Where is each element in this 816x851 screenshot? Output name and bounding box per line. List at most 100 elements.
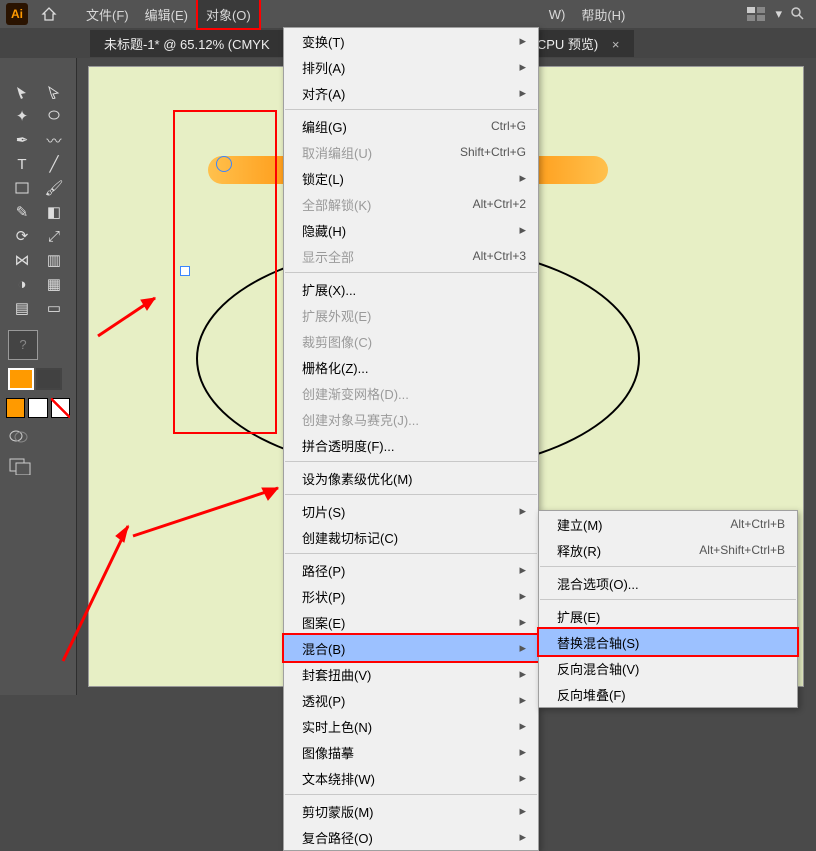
brush-tool-icon[interactable]: 🖌 [38,176,70,200]
submenu-item[interactable]: 替换混合轴(S) [539,629,797,655]
menu-item[interactable]: 封套扭曲(V)▸ [284,661,538,687]
menu-item[interactable]: 拼合透明度(F)... [284,432,538,458]
submenu-item[interactable]: 反向混合轴(V) [539,655,797,681]
submenu-arrow-icon: ▸ [519,770,526,786]
separator [285,109,537,110]
menu-object[interactable]: 对象(O) [196,0,261,30]
shape-builder-tool-icon[interactable]: ◑ [6,272,38,296]
menu-item[interactable]: 图案(E)▸ [284,609,538,635]
lasso-tool-icon[interactable] [38,104,70,128]
menu-item[interactable]: 对齐(A)▸ [284,80,538,106]
shaper-tool-icon[interactable]: ✎ [6,200,38,224]
submenu-arrow-icon: ▸ [519,588,526,604]
submenu-item-label: 建立(M) [557,515,603,534]
direct-select-tool-icon[interactable] [38,80,70,104]
submenu-item-label: 扩展(E) [557,607,600,626]
rotate-tool-icon[interactable]: ⟳ [6,224,38,248]
menu-item[interactable]: 实时上色(N)▸ [284,713,538,739]
submenu-item[interactable]: 释放(R) Alt+Shift+Ctrl+B [539,537,797,563]
menu-item[interactable]: 图像描摹▸ [284,739,538,765]
blend-submenu: 建立(M) Alt+Ctrl+B 释放(R) Alt+Shift+Ctrl+B 混合选项… [538,510,798,708]
menu-item[interactable]: 切片(S)▸ [284,498,538,524]
selection-tool-icon[interactable] [6,80,38,104]
menu-window-clip[interactable]: W) [541,0,574,28]
menu-item-label: 扩展(X)... [302,280,356,299]
submenu-arrow-icon: ▸ [519,59,526,75]
menu-item[interactable]: 编组(G)Ctrl+G [284,113,538,139]
separator [285,553,537,554]
submenu-arrow-icon: ▸ [519,640,526,656]
shortcut-label: Alt+Shift+Ctrl+B [699,543,785,557]
menu-item: 显示全部Alt+Ctrl+3 [284,243,538,269]
scale-tool-icon[interactable]: ⤢ [38,224,70,248]
menu-help[interactable]: 帮助(H) [573,0,633,28]
submenu-item[interactable]: 混合选项(O)... [539,570,797,596]
separator [285,494,537,495]
menu-item[interactable]: 变换(T)▸ [284,28,538,54]
draw-mode-icon[interactable] [0,424,76,451]
submenu-item[interactable]: 建立(M) Alt+Ctrl+B [539,511,797,537]
shortcut-label: Alt+Ctrl+3 [473,249,526,263]
menu-file[interactable]: 文件(F) [78,0,137,28]
submenu-arrow-icon: ▸ [519,666,526,682]
separator [540,599,796,600]
menu-item[interactable]: 隐藏(H)▸ [284,217,538,243]
menu-item-label: 取消编组(U) [302,143,372,162]
menu-item[interactable]: 透视(P)▸ [284,687,538,713]
screen-mode-icon[interactable] [0,451,76,484]
gradient-tool-icon[interactable]: ▭ [38,296,70,320]
rectangle-tool-icon[interactable] [6,176,38,200]
magic-wand-tool-icon[interactable]: ✦ [6,104,38,128]
menu-item[interactable]: 路径(P)▸ [284,557,538,583]
line-tool-icon[interactable]: ╱ [38,152,70,176]
menu-item-label: 剪切蒙版(M) [302,802,374,821]
shortcut-label: Alt+Ctrl+B [730,517,785,531]
mesh-tool-icon[interactable]: ▤ [6,296,38,320]
home-icon[interactable] [38,3,60,25]
close-icon[interactable]: × [612,37,620,52]
menu-item[interactable]: 复合路径(O)▸ [284,824,538,850]
anchor-icon [216,156,232,172]
menu-item[interactable]: 创建裁切标记(C) [284,524,538,550]
menu-item[interactable]: 剪切蒙版(M)▸ [284,798,538,824]
menu-item[interactable]: 扩展(X)... [284,276,538,302]
type-tool-icon[interactable]: T [6,152,38,176]
menu-item[interactable]: 混合(B)▸ [284,635,538,661]
submenu-item-label: 释放(R) [557,541,601,560]
menu-item[interactable]: 排列(A)▸ [284,54,538,80]
submenu-arrow-icon: ▸ [519,614,526,630]
menu-item-label: 创建渐变网格(D)... [302,384,409,403]
search-icon[interactable] [790,6,806,22]
menu-edit[interactable]: 编辑(E) [137,0,196,28]
color-gradient-icon[interactable] [28,398,47,418]
menu-item[interactable]: 形状(P)▸ [284,583,538,609]
menu-item-label: 透视(P) [302,691,345,710]
submenu-item[interactable]: 反向堆叠(F) [539,681,797,707]
menu-item[interactable]: 文本绕排(W)▸ [284,765,538,791]
pen-tool-icon[interactable]: ✒ [6,128,38,152]
perspective-tool-icon[interactable]: ▦ [38,272,70,296]
menu-item-label: 隐藏(H) [302,221,346,240]
workspace-switcher[interactable]: ▾ [747,6,806,22]
separator [285,461,537,462]
submenu-item-label: 反向混合轴(V) [557,659,639,678]
free-transform-tool-icon[interactable]: ▥ [38,248,70,272]
color-question-icon[interactable]: ? [8,330,38,360]
submenu-item[interactable]: 扩展(E) [539,603,797,629]
menu-item[interactable]: 栅格化(Z)... [284,354,538,380]
menu-item-label: 创建对象马赛克(J)... [302,410,419,429]
eraser-tool-icon[interactable]: ◧ [38,200,70,224]
submenu-arrow-icon: ▸ [519,503,526,519]
stroke-swatch[interactable] [36,368,62,390]
submenu-arrow-icon: ▸ [519,829,526,845]
curvature-tool-icon[interactable]: 〰 [38,128,70,152]
shortcut-label: Alt+Ctrl+2 [473,197,526,211]
shortcut-label: Shift+Ctrl+G [460,145,526,159]
width-tool-icon[interactable]: ⋈ [6,248,38,272]
menu-item[interactable]: 设为像素级优化(M) [284,465,538,491]
app-topbar: Ai 文件(F) 编辑(E) 对象(O) W) 帮助(H) ▾ [0,0,816,28]
color-solid-icon[interactable] [6,398,25,418]
fill-swatch[interactable] [8,368,34,390]
menu-item[interactable]: 锁定(L)▸ [284,165,538,191]
color-none-icon[interactable] [51,398,70,418]
